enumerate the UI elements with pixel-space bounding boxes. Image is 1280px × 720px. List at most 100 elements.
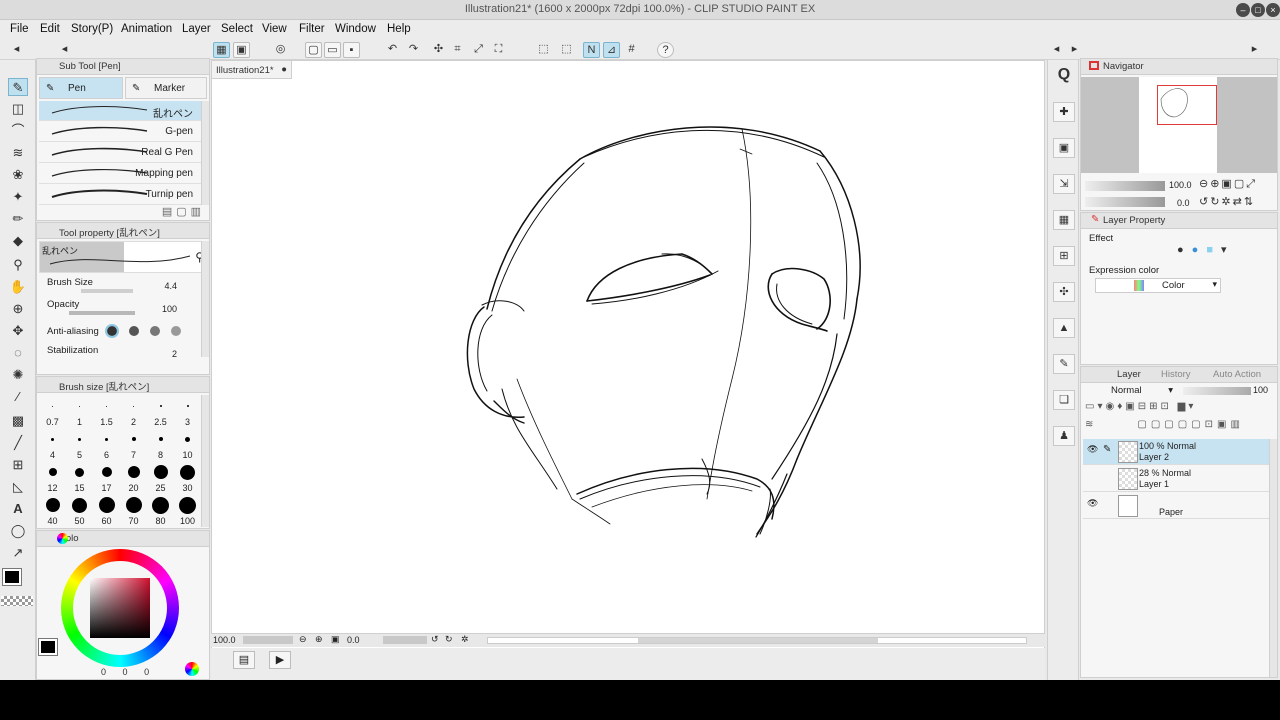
- brush-size-value[interactable]: 4.4: [164, 281, 177, 291]
- pencil-tool-icon[interactable]: ✏: [8, 210, 28, 228]
- brush-item[interactable]: Mapping pen: [39, 164, 201, 184]
- selection-icon[interactable]: ⬚: [535, 42, 552, 58]
- brush-size-dot[interactable]: [153, 465, 168, 479]
- color-mode-icon[interactable]: [185, 662, 199, 676]
- arrow-right-icon[interactable]: ▸: [1066, 42, 1083, 58]
- blend-mode-select[interactable]: Normal ▾: [1085, 385, 1177, 399]
- brush-size-dot[interactable]: [186, 405, 189, 407]
- new-file-icon[interactable]: ▢: [305, 42, 322, 58]
- layer-opacity-slider[interactable]: [1183, 387, 1251, 395]
- menu-help[interactable]: Help: [387, 23, 411, 35]
- tab-pen[interactable]: ✎ Pen: [39, 77, 123, 99]
- tab-layer[interactable]: Layer: [1117, 369, 1141, 380]
- arrow-left-icon[interactable]: ◂: [56, 42, 73, 58]
- navigator-viewport[interactable]: [1081, 77, 1277, 173]
- angle-value[interactable]: 0.0: [347, 635, 360, 645]
- layer-row[interactable]: 👁 Paper: [1083, 493, 1269, 519]
- selection-icon[interactable]: ⬚: [558, 42, 575, 58]
- menu-view[interactable]: View: [262, 23, 287, 35]
- brush-size-dot[interactable]: [78, 437, 81, 441]
- menu-select[interactable]: Select: [221, 23, 253, 35]
- frame-tool-icon[interactable]: ⊞: [8, 456, 28, 474]
- pen-tool-icon[interactable]: ✎: [8, 78, 28, 96]
- gradient-tool-icon[interactable]: ▩: [8, 412, 28, 430]
- antialias-strong-icon[interactable]: [171, 326, 181, 336]
- menu-layer[interactable]: Layer: [182, 23, 211, 35]
- arrow-left-icon[interactable]: ◂: [8, 42, 25, 58]
- brush-size-dot[interactable]: [180, 464, 195, 480]
- arrow-left-icon[interactable]: ◂: [1048, 42, 1065, 58]
- material-folder-icon[interactable]: ▣: [1053, 138, 1075, 158]
- help-icon[interactable]: ?: [657, 42, 674, 58]
- grid-icon[interactable]: ▦: [213, 42, 230, 58]
- rotate-right-icon[interactable]: ↻: [445, 634, 453, 645]
- layer-row[interactable]: 28 % Normal Layer 1: [1083, 466, 1269, 492]
- color-wheel[interactable]: [61, 549, 179, 667]
- eyedropper-tool-icon[interactable]: ⁄: [8, 388, 28, 406]
- menu-window[interactable]: Window: [335, 23, 376, 35]
- brush-tool-icon[interactable]: ⌒: [8, 122, 28, 140]
- zoom-out-icon[interactable]: ⊖: [299, 634, 307, 645]
- transparent-swatch[interactable]: [1, 596, 33, 606]
- brush-size-dot[interactable]: [127, 466, 140, 478]
- close-button[interactable]: ×: [1266, 3, 1280, 17]
- navigator-angle-value[interactable]: 0.0: [1177, 198, 1190, 208]
- brush-size-dot[interactable]: [131, 437, 136, 441]
- arrow-right-icon[interactable]: ▸: [1246, 42, 1263, 58]
- decoration-tool-icon[interactable]: ❀: [8, 166, 28, 184]
- brush-size-dot[interactable]: [185, 436, 190, 442]
- saturation-value-square[interactable]: [90, 578, 150, 638]
- spiral-icon[interactable]: ◎: [272, 42, 289, 58]
- rotate-left-icon[interactable]: ↺: [431, 634, 439, 645]
- redo-icon[interactable]: ↷: [405, 42, 422, 58]
- brush-size-dot[interactable]: [52, 405, 53, 407]
- layer-opacity-value[interactable]: 100: [1253, 385, 1268, 395]
- horizontal-scroll-thumb[interactable]: [638, 638, 878, 643]
- image-view-button[interactable]: ▤: [233, 651, 255, 669]
- opacity-slider[interactable]: [69, 311, 135, 315]
- opacity-value[interactable]: 100: [162, 304, 177, 314]
- maximize-button[interactable]: □: [1251, 3, 1265, 17]
- brush-item[interactable]: Turnip pen: [39, 185, 201, 205]
- menu-file[interactable]: File: [10, 23, 29, 35]
- menu-animation[interactable]: Animation: [121, 23, 172, 35]
- layer-row[interactable]: 👁 ✎ 100 % Normal Layer 2: [1083, 439, 1269, 465]
- zoom-in-icon[interactable]: ⊕: [315, 634, 323, 645]
- navigator-zoom-value[interactable]: 100.0: [1169, 180, 1192, 190]
- material-image-icon[interactable]: ▲: [1053, 318, 1075, 338]
- tool-property-scrollbar[interactable]: [201, 241, 209, 357]
- material-pen-icon[interactable]: ✎: [1053, 354, 1075, 374]
- brush-size-dot[interactable]: [51, 437, 54, 441]
- correct-line-tool-icon[interactable]: ↗: [8, 544, 28, 562]
- magnifier-tool-icon[interactable]: ⊕: [8, 300, 28, 318]
- menu-story[interactable]: Story(P): [71, 23, 113, 35]
- antialias-weak-icon[interactable]: [129, 326, 139, 336]
- snap-special-ruler-icon[interactable]: ⊿: [603, 42, 620, 58]
- material-import-icon[interactable]: ⇲: [1053, 174, 1075, 194]
- zoom-slider[interactable]: [243, 636, 293, 644]
- tab-marker[interactable]: ✎ Marker: [125, 77, 207, 99]
- eye-icon[interactable]: 👁: [1087, 499, 1098, 509]
- eye-icon[interactable]: 👁: [1087, 445, 1098, 455]
- canvas-area[interactable]: Illustration21* ●: [211, 60, 1045, 650]
- brush-size-dot[interactable]: [133, 405, 134, 407]
- reset-rotation-icon[interactable]: ✲: [461, 634, 469, 645]
- fit-screen-icon[interactable]: ▣: [331, 634, 340, 645]
- hand-tool-icon[interactable]: ✋: [8, 278, 28, 296]
- document-tab[interactable]: Illustration21* ●: [212, 61, 292, 79]
- search-icon[interactable]: Q: [1053, 66, 1075, 86]
- undo-icon[interactable]: ↶: [384, 42, 401, 58]
- brush-size-dot[interactable]: [45, 498, 60, 512]
- menu-filter[interactable]: Filter: [299, 23, 325, 35]
- scale-icon[interactable]: ⤢: [470, 42, 487, 58]
- brush-size-dot[interactable]: [152, 496, 169, 514]
- brush-size-dot[interactable]: [98, 497, 115, 513]
- brush-size-dot[interactable]: [101, 467, 112, 477]
- auto-select-tool-icon[interactable]: ✺: [8, 366, 28, 384]
- brush-item[interactable]: G-pen: [39, 122, 201, 142]
- brush-size-slider[interactable]: [81, 289, 133, 293]
- brush-size-dot[interactable]: [79, 405, 80, 407]
- line-tool-icon[interactable]: ╱: [8, 434, 28, 452]
- fill-tool-icon[interactable]: ◆: [8, 232, 28, 250]
- open-file-icon[interactable]: ▭: [324, 42, 341, 58]
